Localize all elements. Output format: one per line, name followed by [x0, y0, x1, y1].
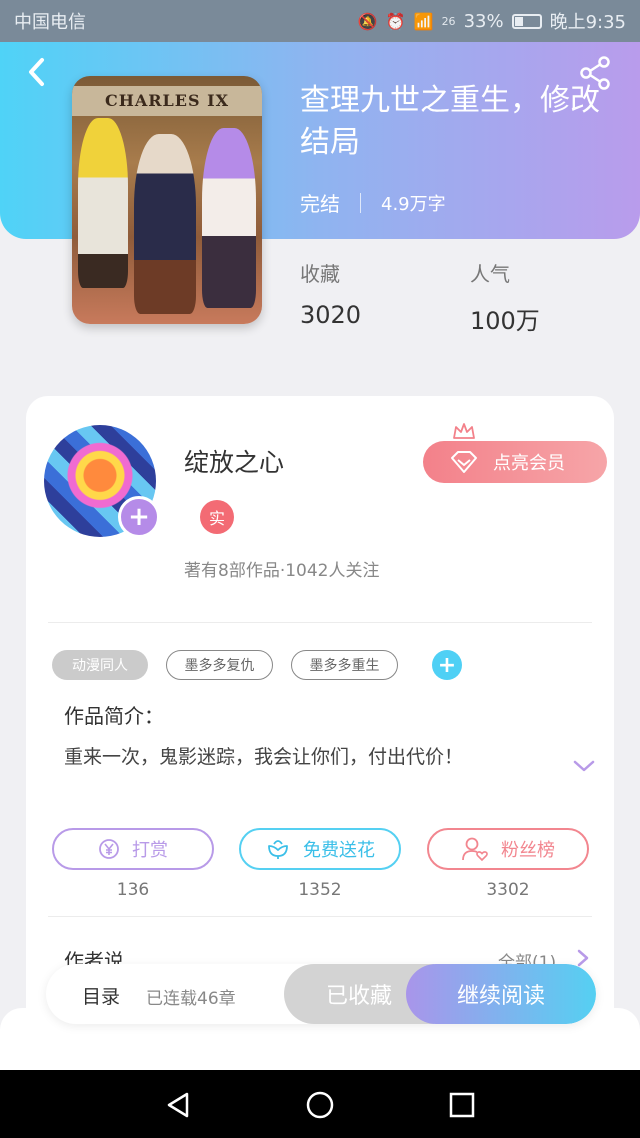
status-bar: 中国电信 🔕 ⏰ 📶 26 33% 晚上9:35 — [0, 0, 640, 42]
vip-button[interactable]: 点亮会员 — [423, 441, 607, 483]
system-nav-bar — [0, 1070, 640, 1138]
clock: 晚上9:35 — [549, 12, 626, 33]
fan-ranking-button[interactable]: 粉丝榜 — [427, 828, 589, 870]
fan-count: 3302 — [486, 880, 530, 900]
book-meta: 完结 4.9万字 — [300, 188, 446, 217]
toc-button[interactable]: 目录 — [82, 982, 120, 1009]
author-info: 著有8部作品·1042人关注 — [184, 561, 380, 581]
nav-home-icon[interactable] — [305, 1090, 335, 1120]
book-cover[interactable]: CHARLES IX — [72, 76, 262, 324]
collect-stat: 收藏 3020 — [300, 258, 361, 329]
nav-recents-icon[interactable] — [447, 1090, 477, 1120]
network-label: 26 — [441, 14, 456, 28]
flower-count: 1352 — [298, 880, 342, 900]
collect-label: 收藏 — [300, 262, 340, 286]
tag-item[interactable]: 墨多多重生 — [291, 650, 398, 680]
intro-text: 重来一次，鬼影迷踪，我会让你们，付出代价！ — [64, 746, 464, 768]
popularity-stat: 人气 100万 — [470, 258, 540, 336]
plus-icon: + — [437, 652, 457, 678]
follow-author-button[interactable]: + — [118, 496, 160, 538]
continue-reading-button[interactable]: 继续阅读 — [406, 964, 596, 1024]
chevron-left-icon — [29, 58, 44, 86]
yen-coin-icon — [99, 839, 119, 859]
meta-divider — [360, 192, 361, 213]
mute-icon: 🔕 — [357, 11, 378, 31]
reward-count: 136 — [116, 880, 150, 900]
flower-icon — [268, 840, 288, 859]
popularity-value: 100万 — [470, 307, 540, 335]
reward-button[interactable]: 打赏 — [52, 828, 214, 870]
intro-heading: 作品简介： — [64, 704, 164, 728]
back-button[interactable] — [20, 56, 52, 88]
user-heart-icon — [462, 837, 488, 862]
tag-item[interactable]: 墨多多复仇 — [166, 650, 273, 680]
bottom-action-bar: 目录 已连载46章 已收藏 继续阅读 — [46, 964, 596, 1024]
vip-button-label: 点亮会员 — [493, 453, 565, 474]
author-name[interactable]: 绽放之心 — [184, 443, 284, 479]
diamond-icon — [451, 451, 477, 473]
popularity-label: 人气 — [470, 262, 510, 286]
chevron-down-icon[interactable] — [572, 758, 596, 774]
collect-value: 3020 — [300, 301, 362, 329]
fan-ranking-label: 粉丝榜 — [501, 840, 555, 861]
reward-label: 打赏 — [132, 840, 168, 861]
chapter-count: 已连载46章 — [146, 989, 236, 1009]
tag-item[interactable]: 动漫同人 — [52, 650, 148, 680]
book-status: 完结 — [300, 192, 340, 216]
alarm-icon: ⏰ — [385, 11, 406, 31]
plus-icon: + — [128, 502, 150, 532]
nav-back-icon[interactable] — [163, 1090, 193, 1120]
send-flower-button[interactable]: 免费送花 — [239, 828, 401, 870]
cover-title-text: CHARLES IX — [72, 86, 262, 116]
wifi-icon: 📶 — [413, 11, 434, 31]
divider — [48, 622, 592, 623]
divider — [48, 916, 592, 917]
carrier-label: 中国电信 — [14, 12, 86, 33]
verified-badge: 实 — [200, 500, 234, 534]
book-title: 查理九世之重生，修改结局 — [300, 83, 600, 160]
battery-percent: 33% — [463, 10, 504, 32]
send-flower-label: 免费送花 — [303, 840, 375, 861]
word-count: 4.9万字 — [381, 193, 446, 215]
chevron-right-icon[interactable] — [576, 948, 590, 968]
crown-icon — [453, 423, 475, 439]
battery-icon — [511, 13, 542, 29]
add-tag-button[interactable]: + — [432, 650, 462, 680]
